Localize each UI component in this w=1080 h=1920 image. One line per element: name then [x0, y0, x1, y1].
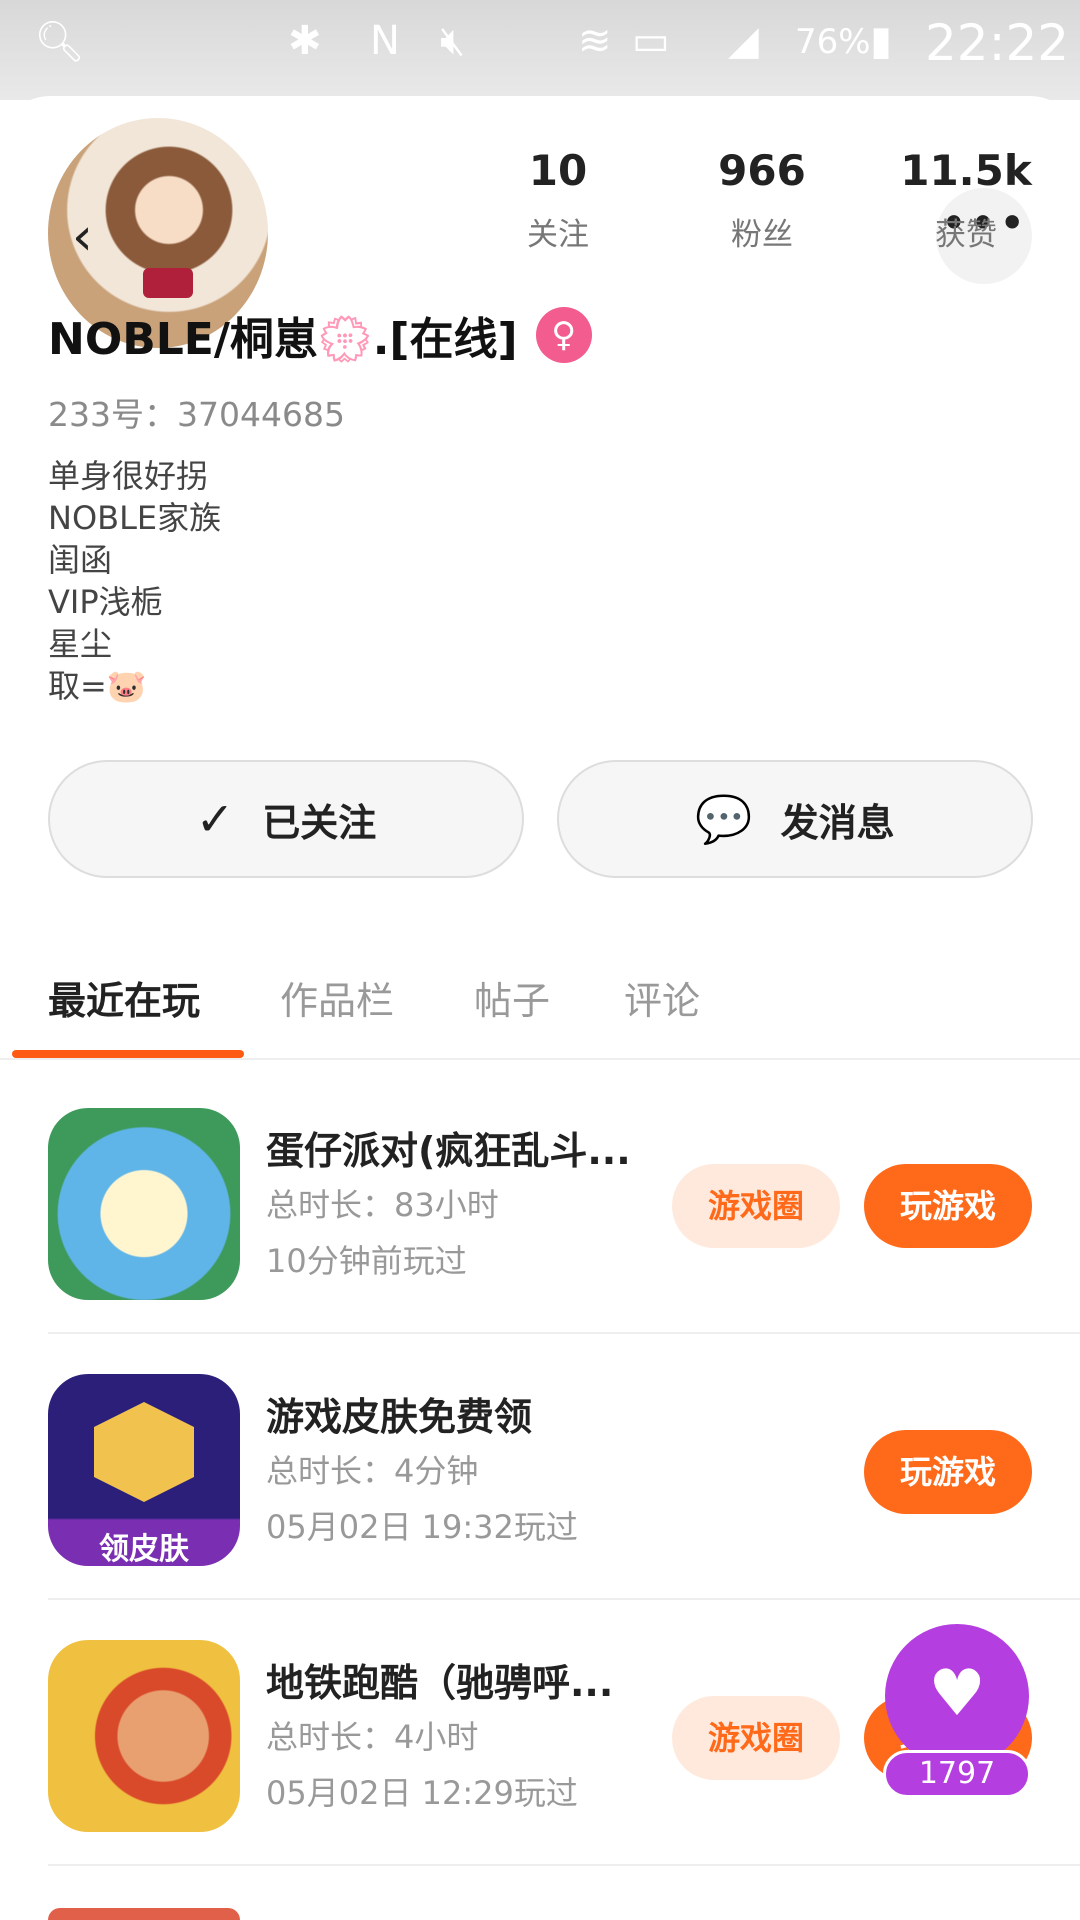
- female-icon: ♀: [535, 307, 592, 363]
- heart-icon[interactable]: ♥: [885, 1624, 1029, 1768]
- game-title: 游戏皮肤免费领: [266, 1395, 533, 1439]
- stat-label: 关注: [527, 217, 589, 253]
- game-icon-subway-surfers[interactable]: [48, 1640, 240, 1832]
- game-row[interactable]: 蛋仔派对(疯狂乱斗... 总时长：83小时 10分钟前玩过 游戏圈 玩游戏: [48, 1068, 1080, 1334]
- game-icon-free-skins[interactable]: 领皮肤: [48, 1374, 240, 1566]
- profile-tabs: 最近在玩 作品栏 帖子 评论: [0, 960, 1080, 1060]
- game-icon-label: 领皮肤: [99, 1532, 189, 1566]
- stat-value: 966: [718, 146, 806, 195]
- search-icon: 🔍︎: [34, 19, 85, 65]
- active-tab-indicator: [12, 1050, 244, 1058]
- tab-recently-played[interactable]: 最近在玩: [48, 970, 200, 1025]
- bluetooth-icon: ✱: [288, 18, 322, 64]
- game-duration: 总时长：4分钟: [266, 1452, 479, 1490]
- play-game-button[interactable]: 玩游戏: [864, 1164, 1032, 1248]
- game-duration: 总时长：83小时: [266, 1186, 499, 1224]
- battery-icon: ▮: [870, 18, 893, 64]
- status-bar: 🔍︎ ✱ N 🔇︎ ≋ ▭ ◢ 76% ▮ 22:22: [0, 0, 1080, 100]
- tab-posts[interactable]: 帖子: [474, 970, 550, 1025]
- bio-line: 取=🐷: [48, 667, 147, 705]
- stat-likes[interactable]: 11.5k 获赞: [891, 146, 1041, 254]
- stat-value: 10: [528, 146, 588, 195]
- username: NOBLE/桐崽💮.[在线]: [48, 314, 518, 365]
- followed-label: 已关注: [262, 800, 377, 845]
- hexagon-logo-icon: [94, 1402, 194, 1502]
- followed-button[interactable]: ✓ 已关注: [48, 760, 524, 878]
- bio-line: 闺函: [48, 541, 113, 579]
- user-id: 233号：37044685: [48, 395, 345, 434]
- stat-fans[interactable]: 966 粉丝: [687, 146, 837, 254]
- bio: 单身很好拐 NOBLE家族 闺函 VIP浅栀 星尘 取=🐷: [48, 455, 221, 707]
- signal-icon: ◢: [728, 18, 759, 64]
- stat-value: 11.5k: [900, 146, 1032, 195]
- stat-label: 粉丝: [731, 217, 793, 253]
- check-icon: ✓: [195, 792, 235, 846]
- send-message-label: 发消息: [780, 800, 895, 845]
- battery-percent: 76%: [795, 22, 871, 62]
- chat-bubble-icon: 💬: [695, 791, 753, 846]
- wifi-icon: ≋: [578, 18, 612, 64]
- game-last-played: 10分钟前玩过: [266, 1242, 467, 1280]
- game-icon-eggy-party[interactable]: [48, 1108, 240, 1300]
- back-icon[interactable]: ‹: [72, 211, 112, 263]
- bio-line: 单身很好拐: [48, 457, 209, 495]
- next-game-icon-peek: [48, 1908, 240, 1920]
- username-row: NOBLE/桐崽💮.[在线] ♀: [48, 303, 592, 367]
- bio-line: VIP浅栀: [48, 583, 163, 621]
- bio-line: NOBLE家族: [48, 499, 222, 537]
- floating-like-button[interactable]: ♥ 1797: [883, 1624, 1031, 1824]
- send-message-button[interactable]: 💬 发消息: [557, 760, 1033, 878]
- game-circle-button[interactable]: 游戏圈: [672, 1696, 840, 1780]
- game-duration: 总时长：4小时: [266, 1718, 479, 1756]
- mute-icon: 🔇︎: [440, 18, 466, 64]
- stat-following[interactable]: 10 关注: [483, 146, 633, 254]
- nfc-icon: N: [370, 18, 400, 64]
- tab-comments[interactable]: 评论: [624, 970, 700, 1025]
- play-game-button[interactable]: 玩游戏: [864, 1430, 1032, 1514]
- clock: 22:22: [925, 14, 1070, 72]
- game-title: 蛋仔派对(疯狂乱斗...: [266, 1129, 631, 1173]
- game-last-played: 05月02日 19:32玩过: [266, 1508, 578, 1546]
- avatar-bow: [143, 268, 193, 298]
- game-title: 地铁跑酷（驰骋呼...: [266, 1661, 614, 1705]
- game-row[interactable]: 领皮肤 游戏皮肤免费领 总时长：4分钟 05月02日 19:32玩过 玩游戏: [48, 1334, 1080, 1600]
- sim-icon: ▭: [632, 18, 670, 64]
- bio-line: 星尘: [48, 625, 113, 663]
- stat-label: 获赞: [935, 217, 997, 253]
- like-count: 1797: [883, 1750, 1031, 1798]
- tab-works[interactable]: 作品栏: [280, 970, 394, 1025]
- game-circle-button[interactable]: 游戏圈: [672, 1164, 840, 1248]
- game-last-played: 05月02日 12:29玩过: [266, 1774, 578, 1812]
